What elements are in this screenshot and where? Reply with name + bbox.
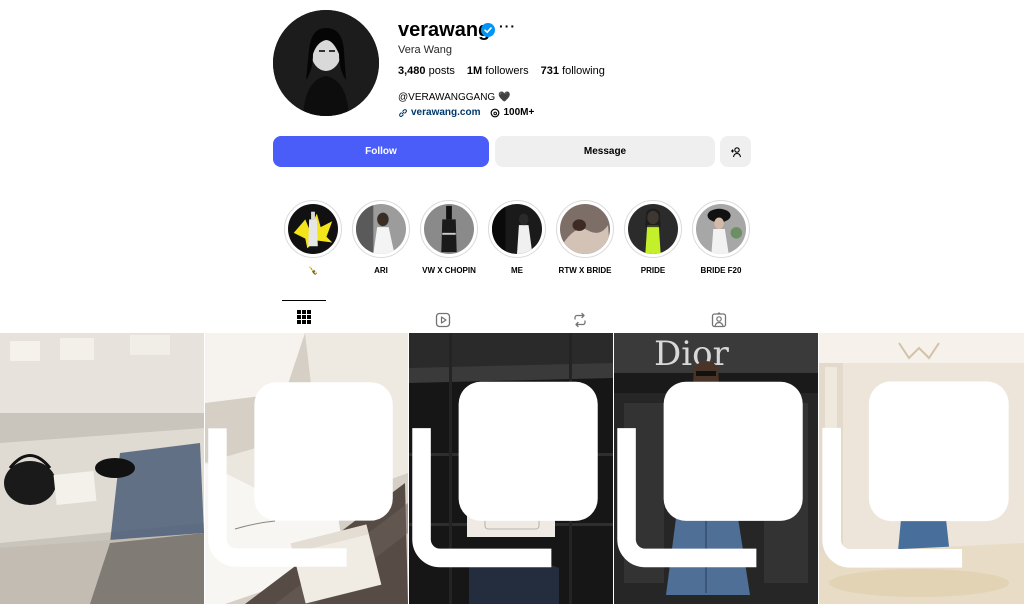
highlight-label: ARI [374,266,388,275]
highlight-label: BRIDE F20 [700,266,742,275]
profile-avatar[interactable] [273,10,379,116]
highlight-cover [288,204,338,254]
highlight-item[interactable]: BRIDE F20 [691,200,751,275]
highlight-cover [356,204,406,254]
highlight-label: 🍾 [308,266,318,275]
profile-bio[interactable]: @VERAWANGGANG 🖤 [398,92,510,103]
carousel-icon [412,381,598,568]
message-button[interactable]: Message [495,136,715,167]
carousel-icon [617,381,803,568]
profile-username: verawang [398,19,491,41]
tab-reels[interactable] [421,308,465,332]
highlight-cover [560,204,610,254]
tab-tagged[interactable] [697,308,741,332]
highlight-cover [628,204,678,254]
highlight-cover [696,204,746,254]
highlight-item[interactable]: 🍾 [283,200,343,275]
post-thumbnail[interactable] [409,333,613,604]
tagged-icon [711,312,727,328]
followers-stat[interactable]: 1M followers [467,65,529,77]
more-options-icon[interactable]: ··· [499,18,516,34]
highlight-label: ME [511,266,523,275]
post-thumbnail[interactable] [205,333,408,604]
tab-reposts[interactable] [558,308,602,332]
highlight-cover [492,204,542,254]
link-icon [399,108,407,117]
highlight-item[interactable]: VW X CHOPIN [419,200,479,275]
tab-posts[interactable] [282,300,326,332]
threads-icon [491,108,500,117]
highlight-cover [424,204,474,254]
post-thumbnail[interactable]: Dior [614,333,818,604]
highlight-label: VW X CHOPIN [422,266,476,275]
post-thumbnail[interactable] [819,333,1024,604]
posts-stat: 3,480 posts [398,65,455,77]
highlight-item[interactable]: ARI [351,200,411,275]
highlight-label: PRIDE [640,266,666,275]
profile-links: verawang.com 100M+ [398,107,534,118]
suggest-user-button[interactable] [720,136,751,167]
follow-button[interactable]: Follow [273,136,489,167]
profile-full-name: Vera Wang [398,44,453,56]
post-thumbnail[interactable] [0,333,204,604]
post-image [0,333,204,604]
following-stat[interactable]: 731 following [541,65,605,77]
reposts-icon [574,312,586,328]
highlight-label: RTW X BRIDE [558,266,612,275]
highlight-item[interactable]: PRIDE [623,200,683,275]
threads-badge[interactable]: 100M+ [490,107,534,118]
grid-icon [297,309,311,324]
profile-stats: 3,480 posts 1M followers 731 following [398,65,605,77]
add-person-icon [730,146,741,157]
reels-icon [435,312,451,328]
carousel-icon [822,381,1009,568]
carousel-icon [208,382,393,567]
highlight-item[interactable]: RTW X BRIDE [555,200,615,275]
website-link[interactable]: verawang.com [398,107,480,118]
verified-badge-icon [481,23,495,37]
highlight-item[interactable]: ME [487,200,547,275]
